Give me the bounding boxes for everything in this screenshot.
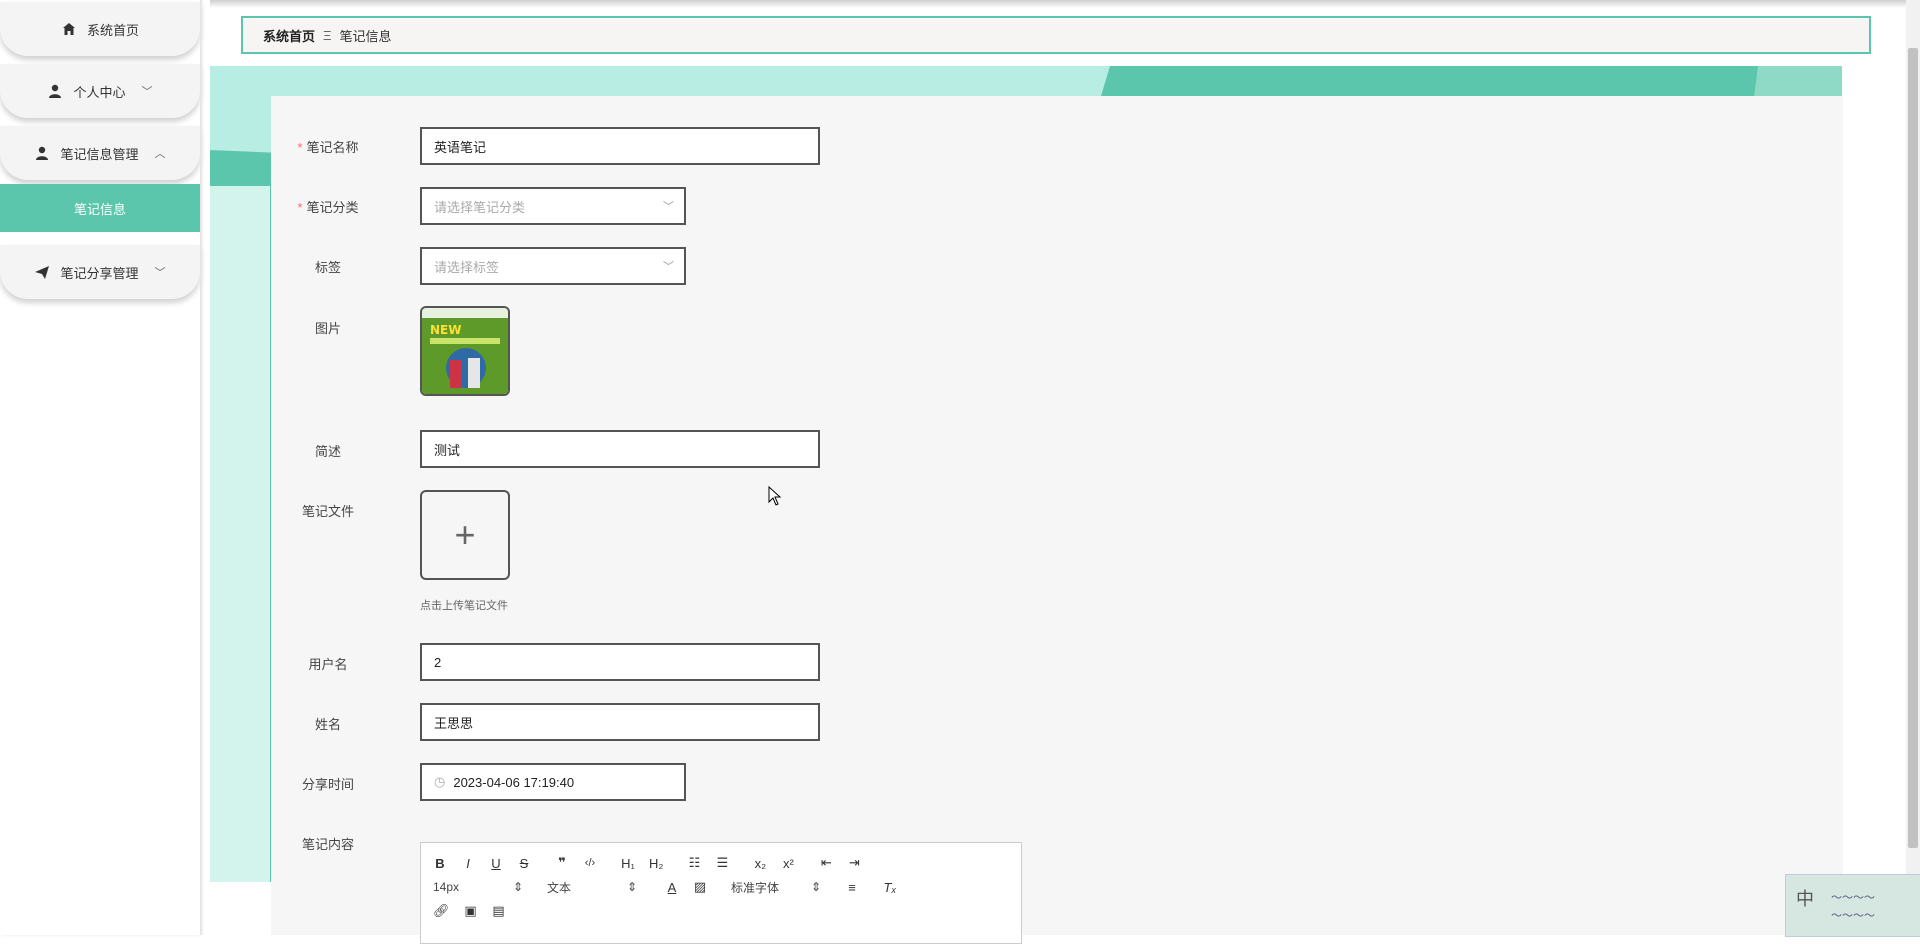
heading-2-icon[interactable]: H₂ — [649, 856, 663, 871]
align-icon[interactable]: ≡ — [845, 880, 859, 895]
sort-arrows-icon: ⇕ — [810, 880, 821, 894]
sidebar-item-home[interactable]: 系统首页 — [0, 2, 200, 56]
italic-icon[interactable]: I — [461, 856, 475, 871]
realname-input[interactable]: 王思思 — [420, 703, 820, 741]
bullet-list-icon[interactable]: ☰ — [715, 855, 729, 871]
sidebar-item-note-management[interactable]: 笔记信息管理 ︿ — [0, 126, 200, 180]
sort-arrows-icon: ⇕ — [512, 880, 523, 894]
sidebar-item-label: 个人中心 — [73, 84, 126, 100]
name-value: 英语笔记 — [434, 139, 487, 155]
sidebar-item-label: 笔记信息管理 — [60, 146, 139, 162]
indent-icon[interactable]: ⇥ — [847, 855, 861, 871]
subscript-icon[interactable]: x₂ — [753, 856, 767, 871]
note-image-thumbnail[interactable]: NEW — [420, 306, 510, 396]
clear-format-icon[interactable]: Tₓ — [883, 880, 897, 895]
editor-toolbar-row-3: 🔗︎ ▣ ▤ — [433, 901, 506, 921]
plus-icon: + — [454, 514, 476, 555]
sidebar-item-share-management[interactable]: 笔记分享管理 ﹀ — [0, 245, 200, 299]
sidebar-subitem-note-info[interactable]: 笔记信息 — [0, 184, 200, 232]
name-input[interactable]: 英语笔记 — [420, 127, 820, 165]
chevron-down-icon: ﹀ — [663, 261, 674, 273]
underline-icon[interactable]: U — [489, 856, 503, 871]
chevron-down-icon: ﹀ — [154, 267, 166, 279]
category-placeholder: 请选择笔记分类 — [434, 199, 526, 215]
file-upload-button[interactable]: + — [420, 490, 510, 580]
mouse-cursor-icon — [768, 486, 782, 506]
video-icon[interactable]: ▤ — [492, 903, 506, 919]
code-block-icon[interactable]: ‹/› — [583, 857, 597, 869]
font-color-icon[interactable]: A — [665, 880, 679, 895]
user-icon — [49, 84, 62, 98]
font-size-select[interactable]: 14px ⇕ — [433, 880, 523, 894]
sidebar-subitem-label: 笔记信息 — [73, 201, 126, 217]
background-color-icon[interactable]: ▨ — [693, 879, 707, 895]
ordered-list-icon[interactable]: ☷ — [687, 855, 701, 871]
page-scrollbar[interactable] — [1906, 0, 1920, 935]
scrollbar-thumb[interactable] — [1908, 48, 1918, 848]
description-input[interactable]: 测试 — [420, 430, 820, 468]
blockquote-icon[interactable]: ❞ — [555, 855, 569, 871]
breadcrumb-current: 笔记信息 — [339, 28, 392, 44]
chevron-down-icon: ﹀ — [141, 86, 153, 98]
home-icon — [62, 23, 75, 35]
sidebar-item-label: 系统首页 — [86, 22, 139, 38]
ime-decoration: ～～～～ ～～～～ — [1831, 892, 1875, 922]
file-upload-hint: 点击上传笔记文件 — [420, 600, 508, 612]
ime-toolbar[interactable]: 中 ～～～～ ～～～～ — [1785, 874, 1920, 937]
ime-mode-indicator[interactable]: 中 — [1796, 885, 1814, 911]
breadcrumb-home[interactable]: 系统首页 — [263, 26, 315, 45]
breadcrumb: 系统首页 Ξ 笔记信息 — [241, 16, 1871, 54]
rich-text-editor[interactable]: B I U S ❞ ‹/› H₁ H₂ ☷ ☰ x₂ x² ⇤ ⇥ 14px ⇕ … — [420, 842, 1022, 944]
link-icon[interactable]: 🔗︎ — [433, 903, 450, 919]
send-icon — [35, 266, 50, 279]
tag-placeholder: 请选择标签 — [434, 259, 500, 275]
top-shadow — [210, 0, 1910, 8]
clock-icon: ◷ — [434, 774, 446, 789]
username-value: 2 — [434, 654, 442, 670]
description-value: 测试 — [434, 442, 461, 458]
share-time-input[interactable]: ◷ 2023-04-06 17:19:40 — [420, 763, 686, 801]
editor-toolbar-row-1: B I U S ❞ ‹/› H₁ H₂ ☷ ☰ x₂ x² ⇤ ⇥ — [433, 853, 861, 873]
image-icon[interactable]: ▣ — [464, 903, 478, 919]
heading-1-icon[interactable]: H₁ — [621, 856, 635, 871]
username-input[interactable]: 2 — [420, 643, 820, 681]
user-icon — [36, 146, 49, 160]
sidebar-item-label: 笔记分享管理 — [60, 265, 139, 281]
chevron-up-icon: ︿ — [154, 148, 166, 160]
strikethrough-icon[interactable]: S — [517, 856, 531, 871]
category-select[interactable]: 请选择笔记分类 ﹀ — [420, 187, 686, 225]
sort-arrows-icon: ⇕ — [626, 880, 637, 894]
sidebar-divider — [200, 0, 202, 935]
bold-icon[interactable]: B — [433, 856, 447, 871]
sidebar-item-personal-center[interactable]: 个人中心 ﹀ — [0, 64, 200, 118]
font-family-select[interactable]: 标准字体 ⇕ — [731, 879, 821, 896]
outdent-icon[interactable]: ⇤ — [819, 855, 833, 871]
format-select[interactable]: 文本 ⇕ — [547, 879, 637, 896]
share-time-value: 2023-04-06 17:19:40 — [453, 774, 575, 790]
tag-select[interactable]: 请选择标签 ﹀ — [420, 247, 686, 285]
sidebar: 系统首页 个人中心 ﹀ 笔记信息管理 ︿ 笔记信息 笔记分享管理 ﹀ — [0, 0, 200, 935]
svg-text:NEW: NEW — [430, 323, 461, 337]
realname-value: 王思思 — [434, 715, 474, 731]
chevron-down-icon: ﹀ — [663, 201, 674, 213]
book-cover-image: NEW — [422, 308, 508, 394]
editor-toolbar-row-2: 14px ⇕ 文本 ⇕ A ▨ 标准字体 ⇕ ≡ Tₓ — [433, 877, 897, 897]
breadcrumb-separator: Ξ — [323, 27, 332, 43]
superscript-icon[interactable]: x² — [781, 856, 795, 871]
